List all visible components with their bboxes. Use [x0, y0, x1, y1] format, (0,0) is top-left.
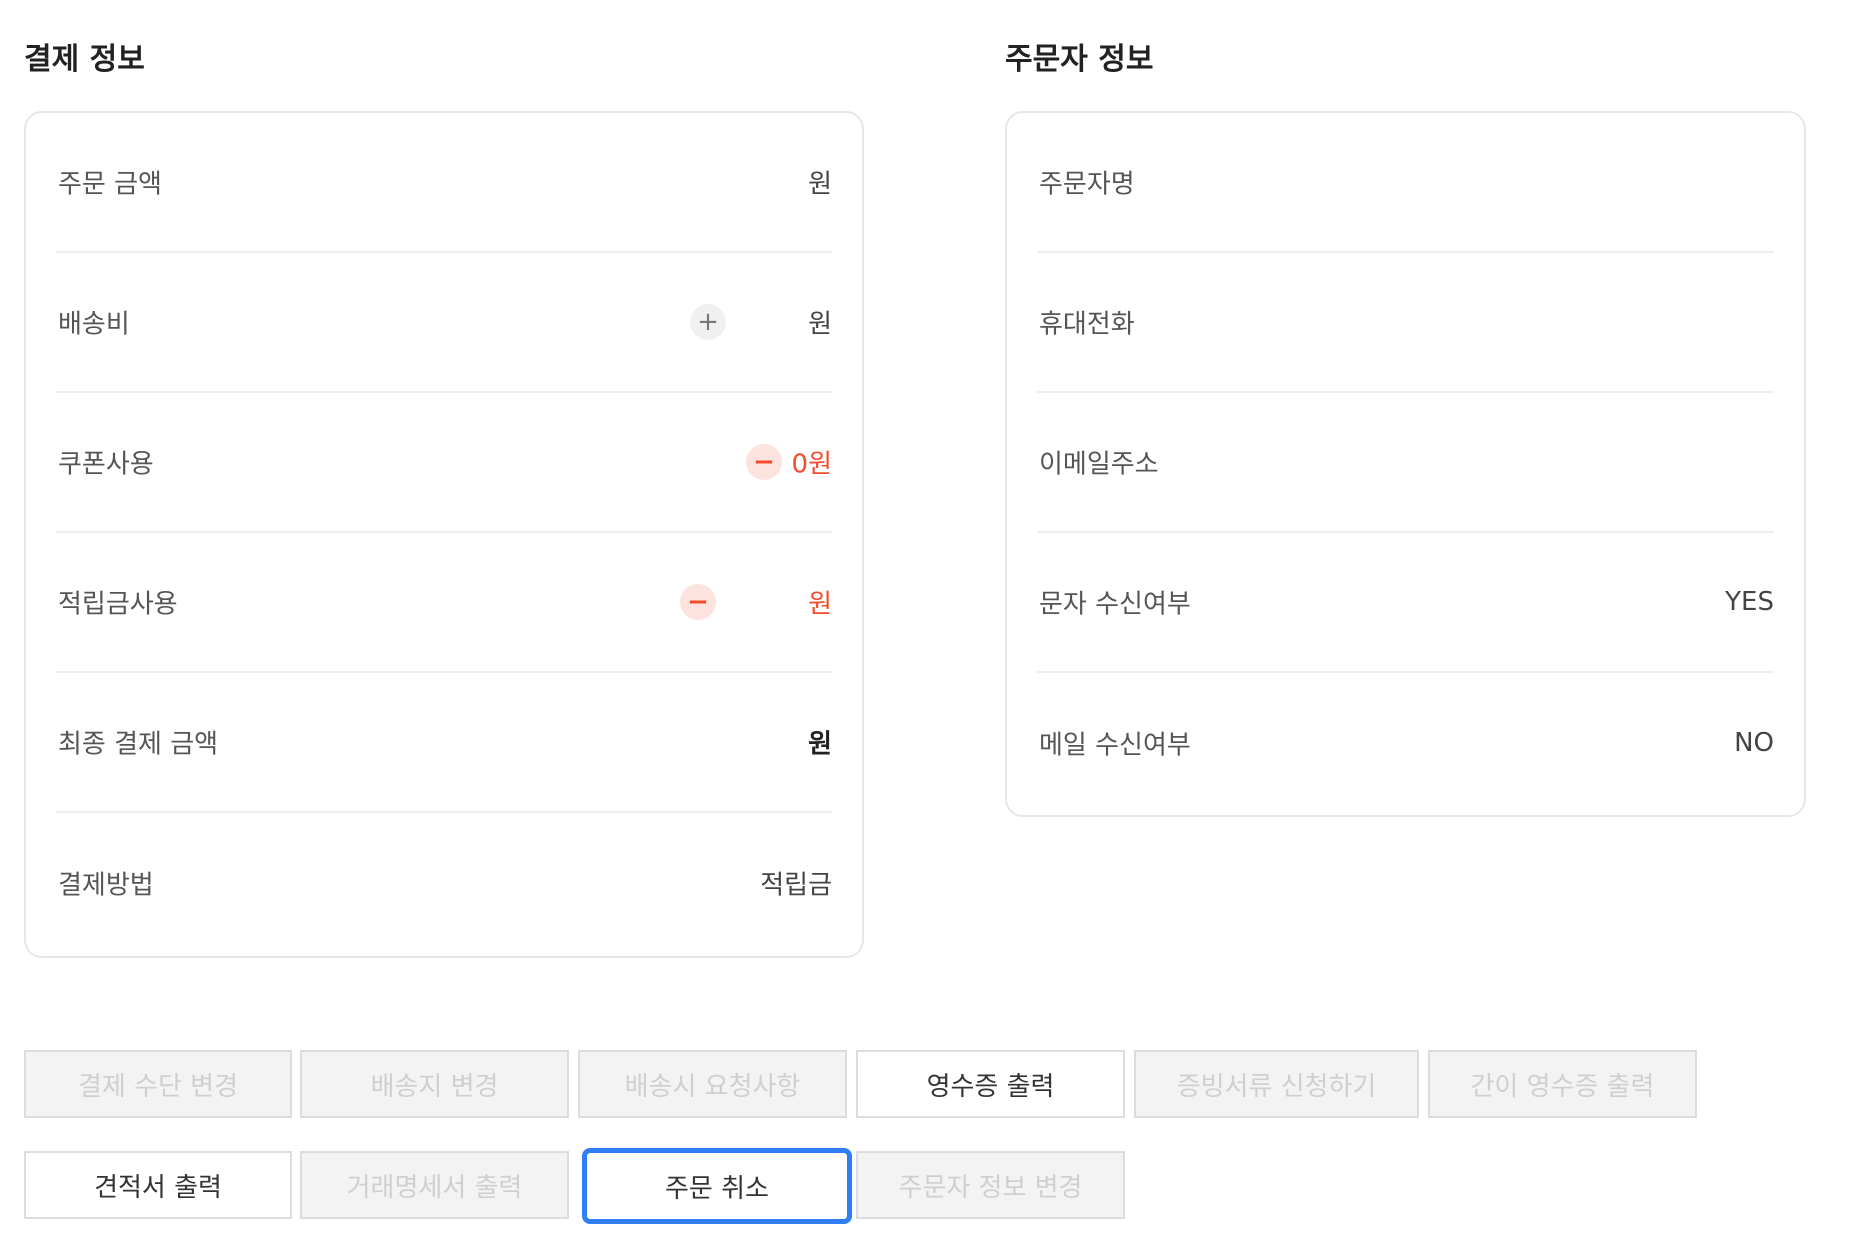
orderer-info-card: 주문자명 휴대전화 이메일주소 문자 수신여부 YES 메일 수신여부 NO — [1005, 111, 1806, 817]
print-statement-button[interactable]: 거래명세서 출력 — [300, 1151, 569, 1219]
cancel-order-button[interactable]: 주문 취소 — [582, 1148, 852, 1224]
payment-info-title: 결제 정보 — [24, 42, 145, 77]
print-quote-button[interactable]: 견적서 출력 — [24, 1151, 292, 1219]
orderer-name-row: 주문자명 — [1037, 113, 1774, 253]
final-amount-row: 최종 결제 금액 원 — [56, 673, 832, 813]
coupon-label: 쿠폰사용 — [58, 449, 154, 480]
mobile-phone-label: 휴대전화 — [1039, 309, 1135, 340]
shipping-fee-label: 배송비 — [58, 309, 130, 340]
coupon-row: 쿠폰사용 − 0원 — [56, 393, 832, 533]
payment-method-row: 결제방법 적립금 — [56, 813, 832, 953]
points-row: 적립금사용 − 원 — [56, 533, 832, 673]
points-value: 원 — [808, 589, 832, 620]
print-receipt-button[interactable]: 영수증 출력 — [856, 1050, 1125, 1118]
email-consent-label: 메일 수신여부 — [1039, 730, 1191, 761]
change-address-button[interactable]: 배송지 변경 — [300, 1050, 569, 1118]
payment-method-value: 적립금 — [760, 870, 832, 901]
email-row: 이메일주소 — [1037, 393, 1774, 533]
order-amount-row: 주문 금액 원 — [56, 113, 832, 253]
minus-icon: − — [746, 444, 782, 480]
coupon-value: 0원 — [791, 449, 832, 480]
sms-consent-label: 문자 수신여부 — [1039, 589, 1191, 620]
change-payment-button[interactable]: 결제 수단 변경 — [24, 1050, 292, 1118]
order-amount-label: 주문 금액 — [58, 169, 162, 200]
final-amount-value: 원 — [808, 729, 832, 760]
email-label: 이메일주소 — [1039, 449, 1159, 480]
points-label: 적립금사용 — [58, 589, 178, 620]
shipping-fee-value: 원 — [808, 309, 832, 340]
print-simple-receipt-button[interactable]: 간이 영수증 출력 — [1428, 1050, 1697, 1118]
email-consent-value: NO — [1734, 728, 1774, 758]
payment-method-label: 결제방법 — [58, 870, 154, 901]
plus-icon: + — [690, 304, 726, 340]
email-consent-row: 메일 수신여부 NO — [1037, 673, 1774, 813]
shipping-fee-row: 배송비 + 원 — [56, 253, 832, 393]
mobile-phone-row: 휴대전화 — [1037, 253, 1774, 393]
delivery-request-button[interactable]: 배송시 요청사항 — [578, 1050, 847, 1118]
minus-icon: − — [680, 584, 716, 620]
change-orderer-button[interactable]: 주문자 정보 변경 — [856, 1151, 1125, 1219]
orderer-name-label: 주문자명 — [1039, 169, 1135, 200]
orderer-info-title: 주문자 정보 — [1005, 42, 1154, 77]
payment-info-card: 주문 금액 원 배송비 + 원 쿠폰사용 − 0원 적립금사용 − 원 최종 결… — [24, 111, 864, 958]
final-amount-label: 최종 결제 금액 — [58, 729, 219, 760]
order-amount-value: 원 — [808, 169, 832, 200]
sms-consent-value: YES — [1725, 587, 1774, 617]
request-documents-button[interactable]: 증빙서류 신청하기 — [1134, 1050, 1419, 1118]
sms-consent-row: 문자 수신여부 YES — [1037, 533, 1774, 673]
